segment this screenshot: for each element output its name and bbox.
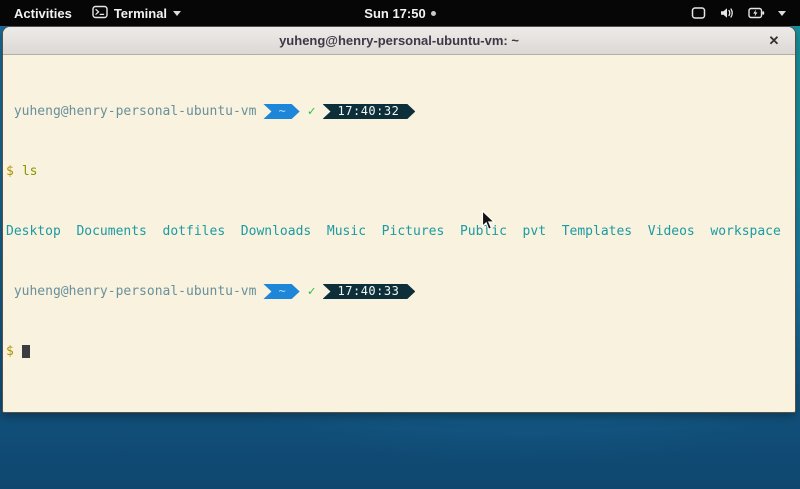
notification-dot-icon: [431, 11, 436, 16]
directory-list: Desktop Documents dotfiles Downloads Mus…: [6, 224, 781, 239]
terminal-window: yuheng@henry-personal-ubuntu-vm: ~ ✕ yuh…: [2, 26, 796, 413]
command-line: $ ls: [6, 164, 792, 179]
command-text: ls: [22, 164, 38, 179]
prompt-symbol: $: [6, 344, 14, 359]
activities-button[interactable]: Activities: [10, 4, 76, 23]
path-segment: ~: [263, 104, 299, 119]
input-line[interactable]: $: [6, 344, 792, 359]
system-status-area[interactable]: [691, 6, 800, 20]
clock-label: Sun 17:50: [364, 6, 425, 21]
terminal-content[interactable]: yuheng@henry-personal-ubuntu-vm ~ ✓ 17:4…: [3, 55, 795, 413]
window-titlebar[interactable]: yuheng@henry-personal-ubuntu-vm: ~ ✕: [3, 27, 795, 55]
app-menu[interactable]: Terminal: [92, 5, 181, 22]
status-check-icon: ✓: [308, 104, 316, 119]
ls-output-line: Desktop Documents dotfiles Downloads Mus…: [6, 224, 792, 239]
volume-icon: [719, 6, 735, 20]
time-segment: 17:40:32: [323, 104, 416, 119]
caret-down-icon: [778, 11, 786, 16]
status-check-icon: ✓: [308, 284, 316, 299]
gnome-top-bar: Activities Terminal Sun 17:50: [0, 0, 800, 26]
terminal-icon: [92, 5, 108, 22]
caret-down-icon: [173, 11, 181, 16]
window-title: yuheng@henry-personal-ubuntu-vm: ~: [279, 33, 519, 48]
time-segment: 17:40:33: [323, 284, 416, 299]
clock-button[interactable]: Sun 17:50: [364, 6, 435, 21]
terminal-cursor: [22, 345, 30, 358]
prompt-line: yuheng@henry-personal-ubuntu-vm ~ ✓ 17:4…: [6, 284, 792, 299]
display-icon: [691, 6, 706, 20]
user-host-label: yuheng@henry-personal-ubuntu-vm: [6, 284, 256, 299]
prompt-line: yuheng@henry-personal-ubuntu-vm ~ ✓ 17:4…: [6, 104, 792, 119]
battery-charging-icon: [748, 6, 765, 20]
prompt-symbol: $: [6, 164, 14, 179]
path-segment: ~: [263, 284, 299, 299]
user-host-label: yuheng@henry-personal-ubuntu-vm: [6, 104, 256, 119]
app-menu-label: Terminal: [114, 6, 167, 21]
close-button[interactable]: ✕: [763, 30, 785, 52]
